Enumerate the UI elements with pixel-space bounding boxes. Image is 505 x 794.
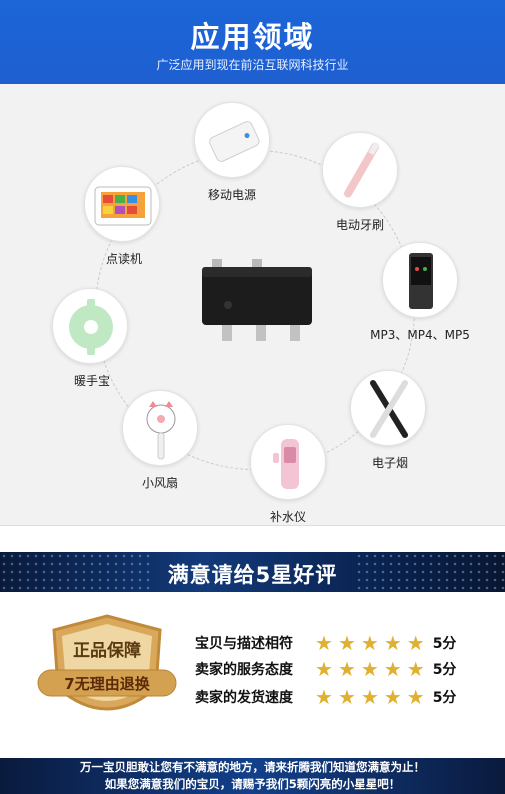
star-icon: ★	[406, 685, 425, 709]
rating-score: 5分	[432, 662, 457, 678]
star-icon: ★	[315, 685, 333, 709]
e-cigarette-icon	[370, 380, 408, 438]
star-icon: ★	[383, 631, 402, 655]
star-icon: ★	[406, 631, 425, 655]
app-label: MP3、MP4、MP5	[370, 328, 470, 342]
ratings-section: 正品保障 7无理由退换 宝贝与描述相符 ★ ★ ★ ★ ★ 5分 卖家的服务态度 ★ ★ ★…	[0, 592, 505, 758]
electric-toothbrush-icon	[344, 141, 380, 198]
rating-row: 宝贝与描述相符 ★ ★ ★ ★ ★ 5分	[195, 632, 456, 654]
app-item-reading-tablet: 点读机	[84, 166, 164, 267]
rating-score: 5分	[432, 690, 457, 706]
app-label: 移动电源	[207, 188, 256, 202]
star-rating: ★ ★ ★ ★ ★	[315, 686, 425, 708]
mist-sprayer-icon	[273, 439, 299, 489]
star-icon: ★	[360, 657, 379, 681]
star-icon: ★	[383, 657, 402, 681]
app-label: 点读机	[105, 252, 142, 266]
star-icon: ★	[337, 631, 356, 655]
rating-row: 卖家的发货速度 ★ ★ ★ ★ ★ 5分	[195, 686, 456, 708]
mini-fan-icon	[146, 401, 176, 460]
sot-chip-icon	[202, 259, 312, 341]
power-bank-icon	[209, 121, 260, 162]
footer-banner: 万一宝贝胆敢让您有不满意的地方，请来折腾我们知道您满意为止！ 如果您满意我们的宝…	[0, 758, 505, 794]
star-rating: ★ ★ ★ ★ ★	[315, 632, 425, 654]
section-title: 应用领域	[190, 20, 315, 54]
star-icon: ★	[315, 657, 333, 681]
rating-label: 卖家的服务态度	[195, 662, 293, 678]
star-icon: ★	[406, 657, 425, 681]
star-icon: ★	[360, 685, 379, 709]
footer-line1: 万一宝贝胆敢让您有不满意的地方，请来折腾我们知道您满意为止！	[80, 760, 425, 774]
review-banner: 满意请给5星好评	[0, 552, 505, 592]
rating-row: 卖家的服务态度 ★ ★ ★ ★ ★ 5分	[195, 658, 456, 680]
star-icon: ★	[360, 631, 379, 655]
app-item-mini-fan: 小风扇	[122, 390, 198, 491]
section-subtitle: 广泛应用到现在前沿互联网科技行业	[156, 58, 349, 72]
app-item-electric-toothbrush: 电动牙刷	[315, 132, 405, 233]
app-item-mist-sprayer: 补水仪	[250, 424, 326, 525]
rating-label: 卖家的发货速度	[195, 690, 293, 706]
applications-panel: 移动电源 电动牙刷 点读机 MP3、MP4、MP5 暖手宝 电子烟 小风扇 补水…	[0, 84, 505, 526]
star-icon: ★	[383, 685, 402, 709]
reading-pen-tablet-icon	[94, 186, 152, 226]
mp3-player-icon	[409, 253, 433, 309]
app-item-mp3-player: MP3、MP4、MP5	[370, 242, 470, 343]
rating-label: 宝贝与描述相符	[195, 636, 293, 652]
quality-badge-icon: 正品保障 7无理由退换	[37, 614, 177, 711]
app-label: 电动牙刷	[335, 218, 384, 232]
section-header: 应用领域 广泛应用到现在前沿互联网科技行业	[0, 0, 505, 84]
star-rating: ★ ★ ★ ★ ★	[315, 658, 425, 680]
app-label: 电子烟	[371, 456, 408, 470]
footer-line2: 如果您满意我们的宝贝，请赐予我们5颗闪亮的小星星吧！	[104, 777, 401, 791]
badge-line2: 7无理由退换	[64, 675, 150, 693]
app-label: 小风扇	[141, 476, 178, 490]
app-item-e-cigarette: 电子烟	[350, 370, 430, 471]
rating-score: 5分	[432, 636, 457, 652]
app-label: 补水仪	[269, 510, 306, 524]
app-item-power-bank: 移动电源	[194, 102, 270, 203]
badge-line1: 正品保障	[73, 640, 141, 661]
star-icon: ★	[315, 631, 333, 655]
app-item-hand-warmer: 暖手宝	[52, 288, 132, 389]
app-label: 暖手宝	[73, 374, 110, 388]
star-icon: ★	[337, 657, 356, 681]
hand-warmer-icon	[69, 299, 113, 355]
star-icon: ★	[337, 685, 356, 709]
review-banner-title: 满意请给5星好评	[167, 563, 338, 587]
